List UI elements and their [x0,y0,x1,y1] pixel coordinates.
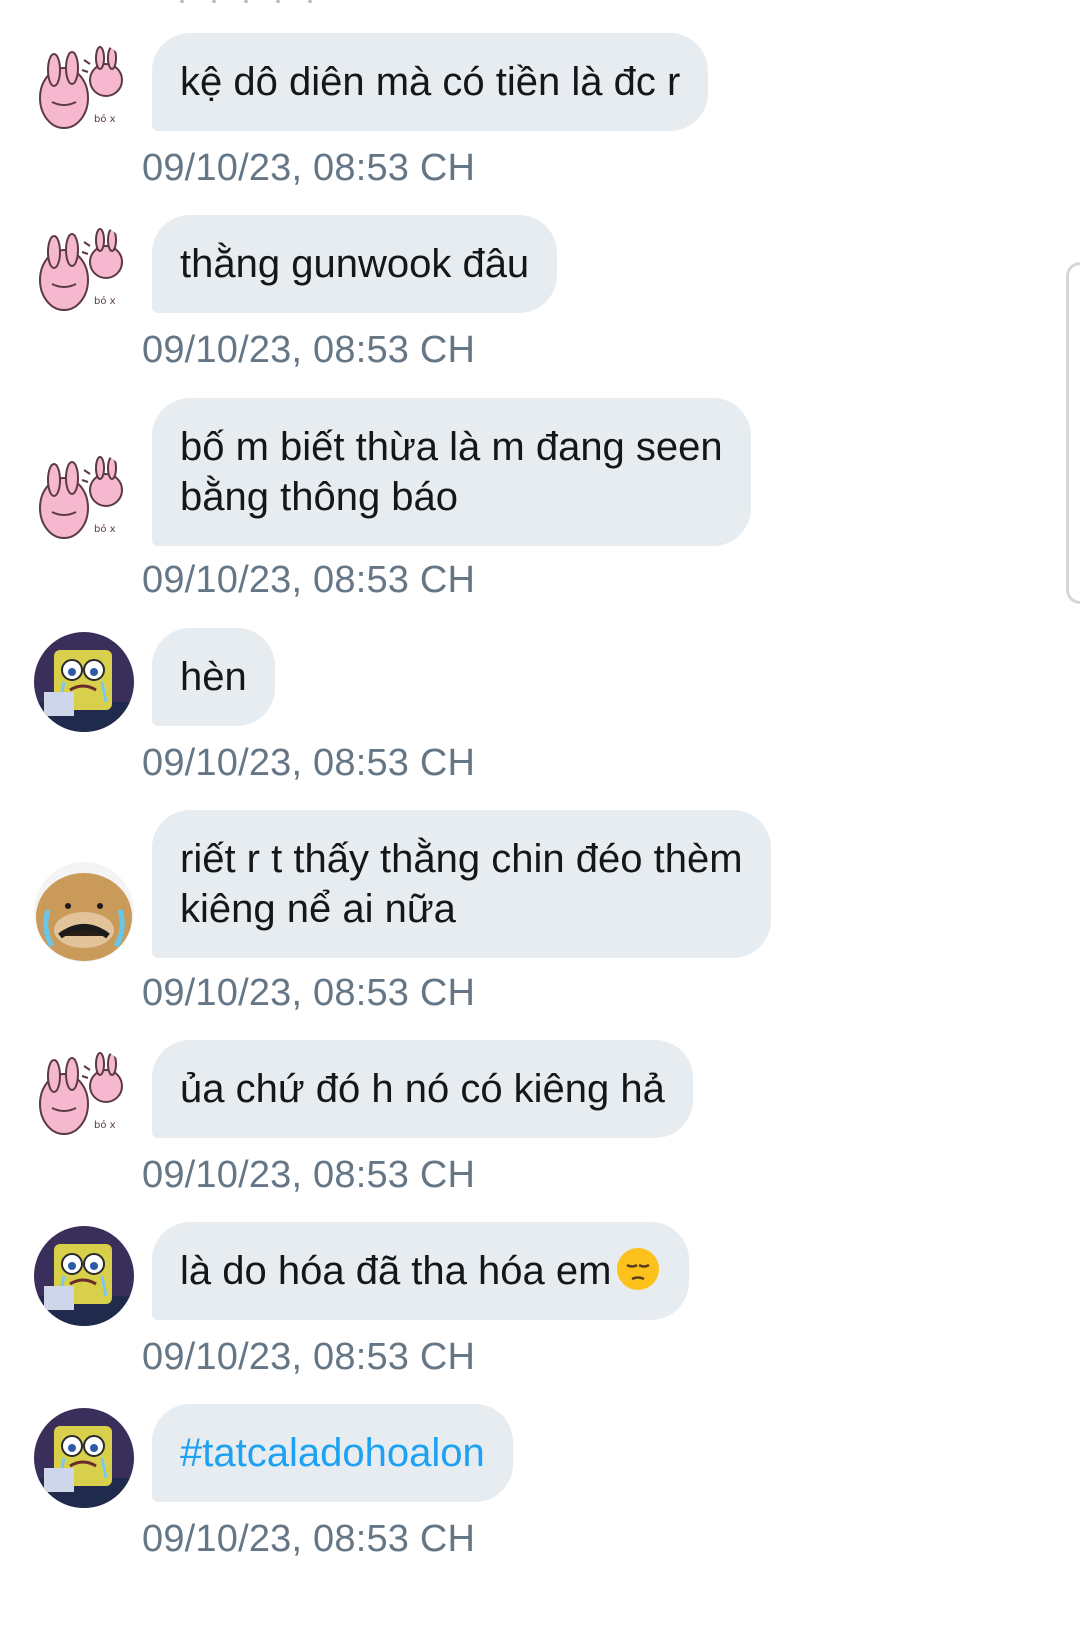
message-timestamp: 09/10/23, 08:53 CH [142,1518,476,1560]
scroll-handle[interactable] [1066,262,1080,604]
svg-text:bỏ x: bỏ x [94,1119,116,1131]
crying-sponge-avatar[interactable] [34,1226,134,1326]
pensive-face-icon [617,1248,660,1290]
previous-message-edge [180,0,340,6]
bunny-sticker-avatar[interactable]: bỏ x [34,222,134,322]
message-timestamp: 09/10/23, 08:53 CH [142,1154,476,1196]
crying-sponge-avatar[interactable] [34,632,134,732]
crying-sponge-avatar[interactable] [34,1408,134,1508]
message-bubble[interactable]: là do hóa đã tha hóa em [152,1222,690,1320]
message-timestamp: 09/10/23, 08:53 CH [142,329,476,371]
bunny-sticker-avatar[interactable]: bỏ x [34,40,134,140]
message-bubble[interactable]: kệ dô diên mà có tiền là đc r [152,33,709,131]
message-bubble[interactable]: ủa chứ đó h nó có kiêng hả [152,1040,693,1138]
message-timestamp: 09/10/23, 08:53 CH [142,972,476,1014]
svg-text:bỏ x: bỏ x [94,295,116,307]
message-timestamp: 09/10/23, 08:53 CH [142,147,476,189]
crying-dog-avatar[interactable] [34,862,134,962]
message-text: là do hóa đã tha hóa em [180,1249,612,1293]
message-bubble[interactable]: thằng gunwook đâu [152,215,558,313]
message-bubble[interactable]: hèn [152,628,275,726]
bunny-sticker-avatar[interactable]: bỏ x [34,1046,134,1146]
message-timestamp: 09/10/23, 08:53 CH [142,559,476,601]
hashtag-link[interactable]: #tatcaladohoalon [152,1404,513,1502]
bunny-sticker-avatar[interactable]: bỏ x [34,450,134,550]
message-bubble[interactable]: bố m biết thừa là m đang seen bằng thông… [152,398,751,546]
svg-text:bỏ x: bỏ x [94,113,116,125]
message-timestamp: 09/10/23, 08:53 CH [142,742,476,784]
message-bubble[interactable]: riết r t thấy thằng chin đéo thèm kiêng … [152,810,771,958]
message-timestamp: 09/10/23, 08:53 CH [142,1336,476,1378]
svg-text:bỏ x: bỏ x [94,523,116,535]
